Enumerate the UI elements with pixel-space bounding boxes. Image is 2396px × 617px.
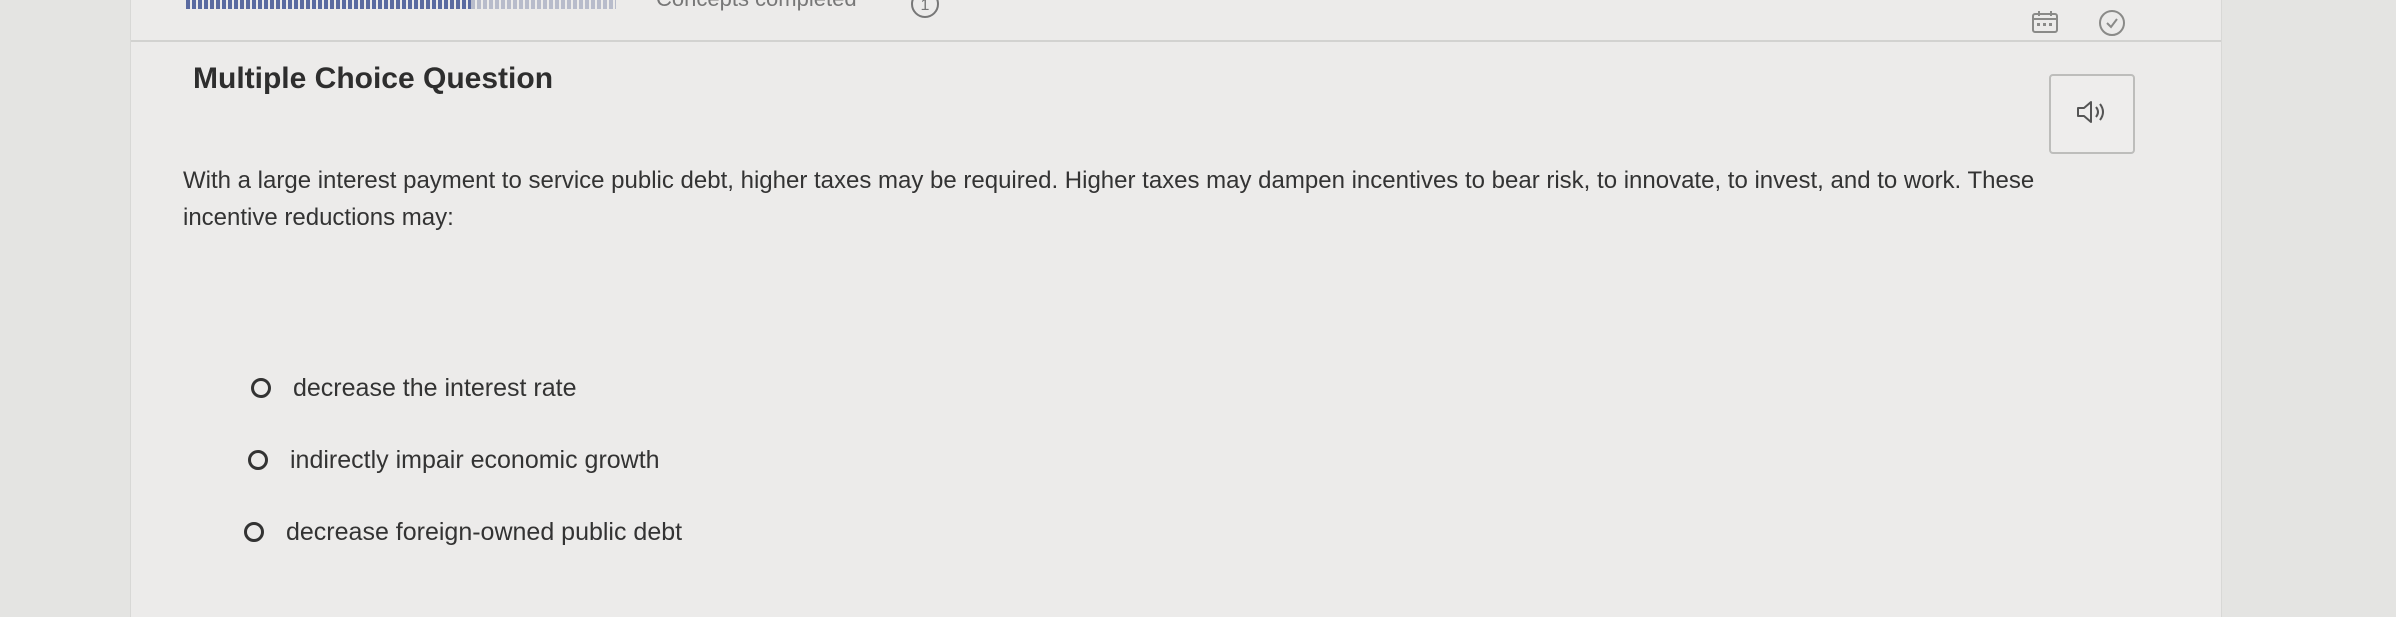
progress-remaining (471, 0, 616, 9)
read-aloud-button[interactable] (2049, 74, 2135, 154)
calendar-icon[interactable] (2031, 10, 2059, 34)
question-type-heading: Multiple Choice Question (193, 62, 554, 95)
speaker-icon (2075, 99, 2109, 130)
concepts-progress-bar (186, 0, 616, 9)
radio-button[interactable] (244, 522, 264, 542)
concepts-completed-count: 1 (911, 0, 939, 18)
answer-option-1[interactable]: decrease the interest rate (251, 370, 1151, 406)
radio-button[interactable] (251, 378, 271, 398)
answer-option-label: indirectly impair economic growth (290, 445, 660, 474)
question-prompt: With a large interest payment to service… (183, 167, 2035, 231)
concepts-completed-label: Concepts completed (656, 0, 857, 12)
question-panel: Concepts completed 1 Multiple Choice Que… (130, 0, 2222, 617)
radio-button[interactable] (248, 450, 268, 470)
answer-option-2[interactable]: indirectly impair economic growth (248, 442, 1151, 478)
top-bar: Concepts completed 1 (131, 0, 2221, 42)
answer-option-3[interactable]: decrease foreign-owned public debt (244, 514, 1151, 550)
check-circle-icon[interactable] (2097, 8, 2127, 38)
answer-option-label: decrease foreign-owned public debt (286, 517, 683, 546)
answer-options: decrease the interest rate indirectly im… (244, 370, 1151, 586)
answer-option-label: decrease the interest rate (293, 373, 577, 402)
